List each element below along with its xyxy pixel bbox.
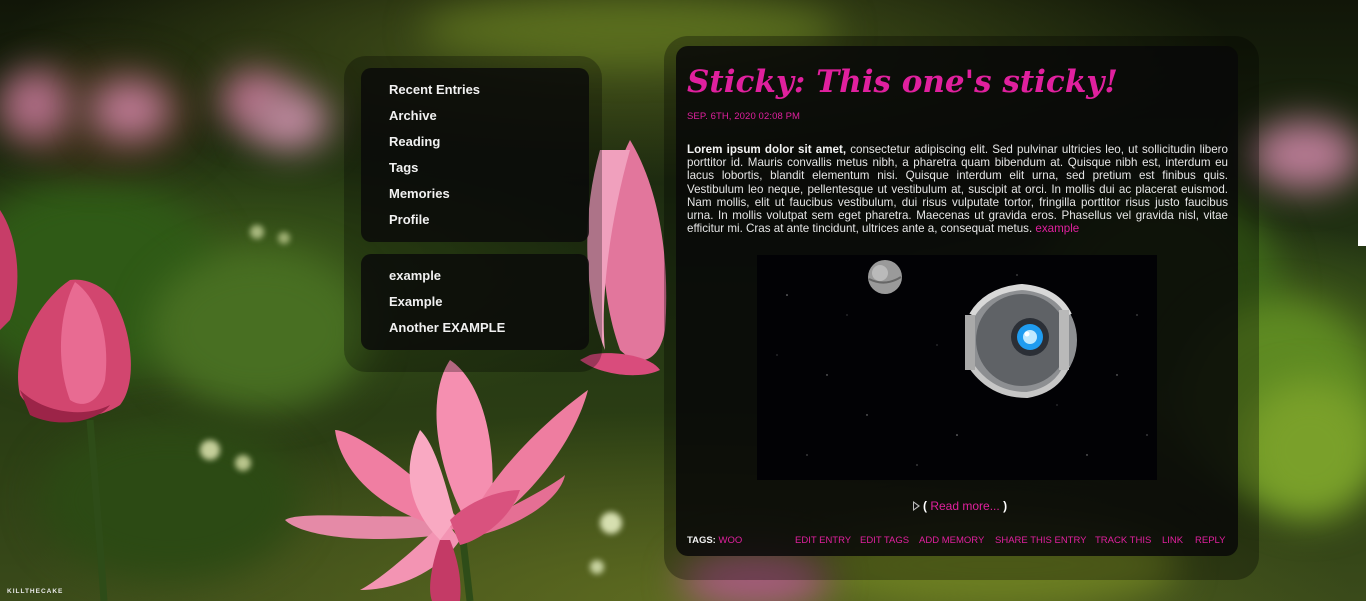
entry-date: Sep. 6th, 2020 02:08 pm	[687, 111, 801, 122]
sidebar-item-recent-entries[interactable]: Recent Entries	[389, 82, 480, 98]
sidebar-item-memories[interactable]: Memories	[389, 186, 450, 202]
entry-body-text: consectetur adipiscing elit. Sed pulvina…	[687, 143, 1228, 236]
entry-image-space-core	[757, 255, 1157, 480]
read-more-link[interactable]: Read more...	[930, 499, 999, 513]
space-core-illustration	[776, 260, 1148, 466]
add-memory-link[interactable]: Add Memory	[919, 535, 984, 546]
entry-tags: Tags: woo	[687, 535, 742, 546]
site-watermark: KILLTHECAKE	[7, 588, 64, 595]
sidebar-nav: Recent Entries Archive Reading Tags Memo…	[361, 68, 589, 242]
sidebar-item-profile[interactable]: Profile	[389, 212, 429, 228]
read-more-close: )	[1003, 499, 1008, 513]
track-this-link[interactable]: Track This	[1095, 535, 1151, 546]
page-edge	[1358, 0, 1366, 246]
entry-body-link[interactable]: example	[1035, 222, 1079, 235]
read-more: ( Read more... )	[913, 499, 1007, 513]
sidebar-item-archive[interactable]: Archive	[389, 108, 437, 124]
share-entry-link[interactable]: Share This Entry	[995, 535, 1087, 546]
sidebar-item-tags[interactable]: Tags	[389, 160, 418, 176]
reply-link[interactable]: Reply	[1195, 535, 1225, 546]
entry-body: Lorem ipsum dolor sit amet, consectetur …	[687, 143, 1228, 235]
edit-entry-link[interactable]: Edit Entry	[795, 535, 851, 546]
sidebar-link-example-2[interactable]: Example	[389, 294, 442, 310]
entry-body-bold: Lorem ipsum dolor sit amet,	[687, 143, 847, 156]
tags-label: Tags:	[687, 535, 716, 546]
sidebar-item-reading[interactable]: Reading	[389, 134, 440, 150]
tag-link[interactable]: woo	[719, 535, 743, 546]
read-more-open: (	[923, 499, 927, 513]
sidebar-link-another-example[interactable]: Another EXAMPLE	[389, 320, 505, 336]
link-link[interactable]: Link	[1162, 535, 1183, 546]
entry-title[interactable]: Sticky: This one's sticky!	[687, 60, 1207, 104]
edit-tags-link[interactable]: Edit Tags	[860, 535, 909, 546]
sidebar-link-example[interactable]: example	[389, 268, 441, 284]
sidebar-links: example Example Another EXAMPLE	[361, 254, 589, 350]
expand-arrow-icon	[913, 501, 920, 511]
